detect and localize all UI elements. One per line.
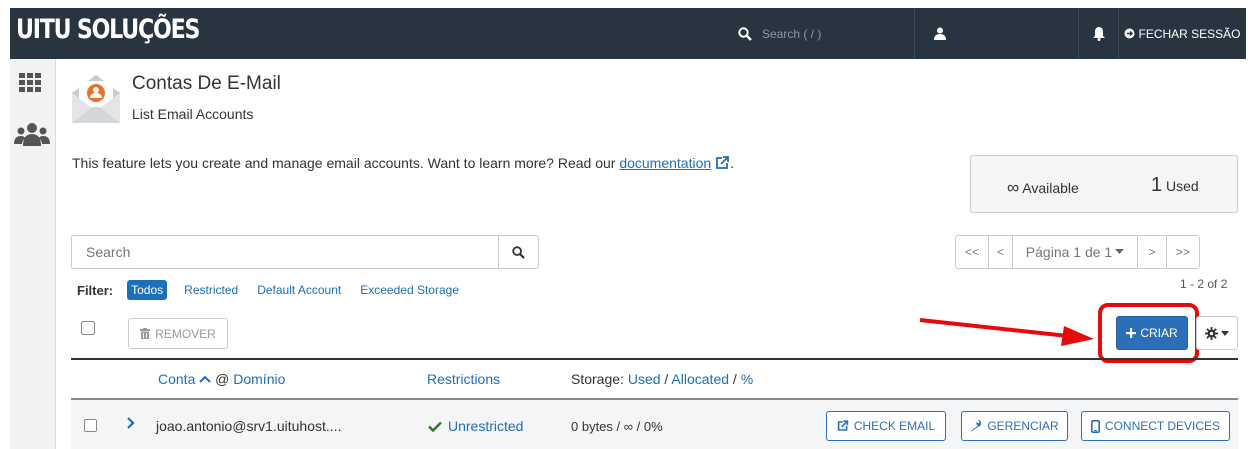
stat-used: 1 Used (1151, 174, 1199, 197)
column-account-label: Conta (158, 371, 196, 387)
check-email-button[interactable]: CHECK EMAIL (826, 411, 946, 441)
select-all-checkbox[interactable] (81, 321, 95, 335)
filter-all[interactable]: Todos (127, 280, 168, 300)
search-button[interactable] (498, 235, 539, 269)
next-page-button[interactable]: > (1137, 235, 1167, 269)
filter-bar: Filter: Todos Restricted Default Account… (77, 280, 478, 300)
table-header-top-border (71, 358, 1238, 360)
notifications-button[interactable] (1078, 8, 1118, 59)
mobile-device-icon (1090, 419, 1100, 433)
account-search-input[interactable] (71, 235, 499, 269)
remove-button[interactable]: REMOVER (128, 318, 228, 349)
wrench-icon (971, 420, 982, 432)
check-email-label: CHECK EMAIL (853, 419, 936, 433)
row-storage: 0 bytes / ∞ / 0% (571, 419, 663, 434)
stat-used-count: 1 (1151, 174, 1163, 196)
description-text: This feature lets you create and manage … (72, 155, 616, 171)
apps-grid-icon[interactable] (19, 73, 41, 93)
infinity-symbol: ∞ (1007, 178, 1020, 197)
last-page-button[interactable]: >> (1166, 235, 1200, 269)
global-search-placeholder: Search ( / ) (762, 26, 822, 41)
email-envelope-icon (72, 75, 120, 123)
logout-label: FECHAR SESSÃO (1138, 26, 1241, 41)
sort-asc-icon (199, 375, 211, 383)
filter-label: Filter: (77, 282, 114, 298)
create-button-label: CRIAR (1140, 326, 1178, 340)
column-storage-used[interactable]: Used (628, 371, 661, 387)
column-header-storage: Storage: Used / Allocated / % (571, 371, 753, 387)
settings-dropdown-button[interactable] (1196, 316, 1238, 350)
caret-down-icon (1115, 249, 1125, 254)
gear-icon (1205, 326, 1218, 340)
top-navbar: UITU SOLUÇÕES Search ( / ) FECHAR SESSÃO (10, 8, 1246, 59)
account-stats-panel: ∞ Available 1 Used (970, 155, 1238, 213)
connect-devices-button[interactable]: CONNECT DEVICES (1081, 411, 1230, 441)
column-header-restrictions[interactable]: Restrictions (427, 371, 500, 387)
global-search[interactable]: Search ( / ) (738, 8, 918, 59)
brand-logo[interactable]: UITU SOLUÇÕES (16, 14, 200, 45)
user-icon (933, 27, 946, 40)
logout-button[interactable]: FECHAR SESSÃO (1118, 8, 1246, 59)
plus-icon (1126, 328, 1137, 338)
chevron-right-icon[interactable] (126, 415, 136, 431)
row-restriction-status[interactable]: Unrestricted (428, 418, 523, 434)
manage-label: GERENCIAR (987, 419, 1059, 433)
search-icon (512, 245, 525, 259)
filter-default-account[interactable]: Default Account (257, 280, 341, 300)
external-link-icon (837, 420, 849, 431)
sidebar (10, 59, 56, 449)
results-count: 1 - 2 of 2 (1180, 277, 1228, 291)
page-select[interactable]: Página 1 de 1 (1012, 235, 1138, 269)
row-email: joao.antonio@srv1.uituhost.... (156, 418, 342, 434)
create-button[interactable]: CRIAR (1116, 316, 1188, 350)
search-icon (738, 26, 752, 41)
sign-out-icon (1124, 28, 1135, 39)
check-icon (428, 421, 442, 432)
feature-description: This feature lets you create and manage … (72, 155, 734, 171)
prev-page-button[interactable]: < (988, 235, 1013, 269)
column-storage-sep: / (732, 371, 737, 387)
column-storage-sep: / (664, 371, 669, 387)
manage-button[interactable]: GERENCIAR (961, 411, 1068, 441)
external-link-icon[interactable] (715, 156, 730, 170)
remove-button-label: REMOVER (155, 326, 216, 341)
page-title: Contas De E-Mail (132, 73, 281, 94)
column-domain-label[interactable]: Domínio (233, 371, 285, 387)
page-subtitle: List Email Accounts (132, 106, 254, 122)
column-at-label: @ (215, 371, 230, 387)
filter-restricted[interactable]: Restricted (184, 280, 238, 300)
column-storage-percent[interactable]: % (741, 371, 753, 387)
page-select-label: Página 1 de 1 (1025, 244, 1113, 260)
users-group-icon[interactable] (14, 121, 50, 147)
description-trailing: . (730, 155, 734, 171)
stat-available-label: Available (1022, 180, 1079, 196)
documentation-link[interactable]: documentation (619, 155, 711, 171)
bell-icon (1092, 27, 1105, 41)
first-page-button[interactable]: << (955, 235, 989, 269)
row-restriction-label: Unrestricted (448, 418, 524, 434)
trash-icon (140, 328, 151, 339)
column-header-account[interactable]: Conta @ Domínio (158, 371, 285, 387)
pagination: << < Página 1 de 1 > >> (955, 235, 1200, 269)
connect-devices-label: CONNECT DEVICES (1104, 419, 1221, 433)
caret-down-icon (1221, 330, 1229, 336)
stat-used-label: Used (1166, 178, 1199, 194)
annotation-arrow (919, 318, 1094, 346)
column-storage-allocated[interactable]: Allocated (671, 371, 729, 387)
stat-available: ∞ Available (1007, 178, 1079, 198)
filter-exceeded-storage[interactable]: Exceeded Storage (360, 280, 459, 300)
column-storage-prefix: Storage: (571, 371, 624, 387)
row-checkbox[interactable] (84, 419, 97, 432)
user-menu-button[interactable] (914, 8, 964, 59)
